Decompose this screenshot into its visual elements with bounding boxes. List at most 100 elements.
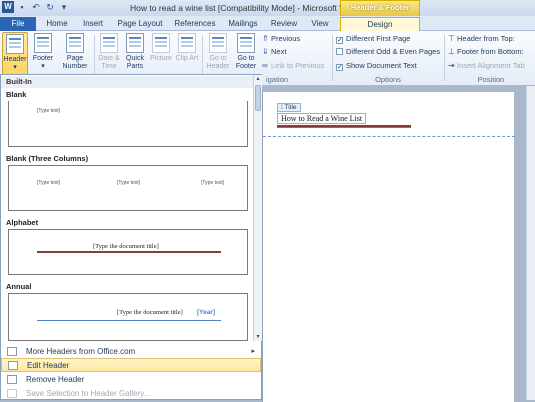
thumb-placeholder-left: [Type text]: [37, 180, 61, 186]
scroll-down-icon[interactable]: ▾: [254, 333, 262, 341]
tab-references[interactable]: References: [170, 17, 220, 31]
ribbon-separator: [332, 35, 333, 81]
document-scrollbar[interactable]: [526, 86, 535, 400]
context-tab-title: Header & Footer Tools: [340, 0, 420, 26]
header-icon: [6, 34, 24, 54]
tab-mailings[interactable]: Mailings: [222, 17, 264, 31]
picture-icon: [152, 33, 170, 53]
quick-parts-button[interactable]: Quick Parts: [123, 33, 147, 71]
page-number-button[interactable]: Page Number: [58, 33, 92, 71]
go-to-footer-icon: [237, 33, 255, 53]
insert-alignment-tab-button[interactable]: ⇥ Insert Alignment Tab: [448, 61, 525, 71]
customize-qat-icon[interactable]: ▾: [58, 1, 70, 13]
thumb-rule: [37, 320, 221, 321]
save-selection-menu-item[interactable]: Save Selection to Header Gallery...: [1, 386, 261, 400]
checkbox-checked-icon: ✓: [336, 37, 343, 44]
word-app-icon[interactable]: W: [2, 1, 14, 13]
save-icon[interactable]: ▪: [16, 1, 28, 13]
calendar-icon: [100, 33, 118, 53]
checkbox-unchecked-icon: [336, 48, 343, 55]
date-time-button[interactable]: Date & Time: [97, 33, 121, 71]
position-group-label: Position: [477, 75, 505, 84]
quick-access-toolbar: W ▪ ↶ ↻ ▾: [2, 1, 70, 13]
show-document-text-checkbox[interactable]: ✓ Show Document Text: [336, 61, 417, 71]
ribbon-separator: [444, 35, 445, 81]
tab-page-layout[interactable]: Page Layout: [112, 17, 168, 31]
next-icon: ⇓: [262, 47, 269, 56]
header-gallery: Built-In Blank [Type text] Blank (Three …: [0, 74, 262, 400]
redo-icon[interactable]: ↻: [44, 1, 56, 13]
edit-header-icon: [8, 361, 18, 370]
footer-button[interactable]: Footer ▾: [30, 33, 56, 71]
edit-header-menu-item[interactable]: Edit Header: [1, 358, 261, 372]
gallery-item-title: Blank (Three Columns): [6, 154, 89, 163]
gallery-item-title: Alphabet: [6, 218, 39, 227]
header-rule-thin: [277, 127, 411, 128]
page-number-icon: [66, 33, 84, 53]
window-title: How to read a wine list [Compatibility M…: [130, 3, 360, 13]
footer-position-icon: ⊥: [448, 47, 455, 56]
gallery-item-title: Annual: [6, 282, 32, 291]
clip-art-icon: [178, 33, 196, 53]
header-from-top-field[interactable]: ⊤ Header from Top:: [448, 34, 515, 44]
tab-home[interactable]: Home: [40, 17, 74, 31]
gallery-section-built-in: Built-In: [1, 76, 253, 88]
go-to-header-icon: [209, 33, 227, 53]
thumb-placeholder-right: [Type text]: [201, 180, 225, 186]
link-to-previous-button[interactable]: ∞ Link to Previous: [262, 61, 324, 71]
go-to-footer-button[interactable]: Go to Footer: [233, 33, 259, 71]
submenu-arrow-icon: ▸: [251, 348, 255, 355]
header-button[interactable]: Header ▾: [2, 32, 28, 78]
gallery-item-title: Blank: [6, 90, 27, 99]
previous-icon: ⇑: [262, 34, 269, 43]
tab-file[interactable]: File: [0, 17, 36, 31]
document-area: ⁞ Title How to Read a Wine List: [262, 86, 535, 402]
document-page[interactable]: ⁞ Title How to Read a Wine List: [262, 92, 515, 402]
tab-view[interactable]: View: [304, 17, 336, 31]
previous-button[interactable]: ⇑ Previous: [262, 34, 300, 44]
more-headers-menu-item[interactable]: More Headers from Office.com ▸: [1, 344, 261, 358]
header-style-alphabet[interactable]: [Type the document title]: [8, 229, 248, 275]
clip-art-button[interactable]: Clip Art: [175, 33, 199, 63]
remove-header-icon: [7, 375, 17, 384]
gallery-scrollbar[interactable]: ▴ ▾: [253, 75, 262, 341]
title-bar: W ▪ ↶ ↻ ▾ How to read a wine list [Compa…: [0, 0, 535, 26]
footer-from-bottom-field[interactable]: ⊥ Footer from Bottom:: [448, 47, 524, 57]
header-position-icon: ⊤: [448, 34, 455, 43]
checkbox-checked-icon: ✓: [336, 64, 343, 71]
go-to-header-button[interactable]: Go to Header: [205, 33, 231, 71]
undo-icon[interactable]: ↶: [30, 1, 42, 13]
thumb-year: [Year]: [197, 309, 216, 316]
header-boundary: [263, 136, 515, 137]
thumb-rule: [37, 251, 221, 253]
header-style-blank-three-columns[interactable]: [Type text] [Type text] [Type text]: [8, 165, 248, 211]
save-selection-icon: [7, 389, 17, 398]
header-style-annual[interactable]: [Type the document title] [Year]: [8, 293, 248, 341]
options-group-label: Options: [375, 75, 401, 84]
different-first-page-checkbox[interactable]: ✓ Different First Page: [336, 34, 410, 44]
tab-review[interactable]: Review: [266, 17, 302, 31]
picture-button[interactable]: Picture: [149, 33, 173, 63]
next-button[interactable]: ⇓ Next: [262, 47, 286, 57]
office-com-icon: [7, 347, 17, 356]
thumb-placeholder: [Type text]: [37, 108, 61, 114]
header-style-blank[interactable]: [Type text]: [8, 101, 248, 147]
tab-insert[interactable]: Insert: [76, 17, 110, 31]
gallery-list: Built-In Blank [Type text] Blank (Three …: [1, 75, 253, 341]
title-content-control-tag[interactable]: ⁞ Title: [277, 103, 301, 112]
link-icon: ∞: [262, 61, 268, 70]
scroll-thumb[interactable]: [255, 85, 261, 111]
scroll-up-icon[interactable]: ▴: [254, 75, 262, 83]
different-odd-even-checkbox[interactable]: Different Odd & Even Pages: [336, 47, 440, 57]
remove-header-menu-item[interactable]: Remove Header: [1, 372, 261, 386]
thumb-placeholder: [Type the document title]: [117, 309, 183, 316]
footer-icon: [34, 33, 52, 53]
thumb-placeholder-center: [Type text]: [117, 180, 141, 186]
alignment-tab-icon: ⇥: [448, 61, 455, 70]
thumb-placeholder: [Type the document title]: [93, 243, 159, 250]
navigation-group-label: igation: [265, 75, 289, 84]
tab-design[interactable]: Design: [340, 17, 420, 31]
ribbon-tabs: File Home Insert Page Layout References …: [0, 16, 535, 31]
document-title-field[interactable]: How to Read a Wine List: [277, 113, 367, 124]
quick-parts-icon: [126, 33, 144, 53]
